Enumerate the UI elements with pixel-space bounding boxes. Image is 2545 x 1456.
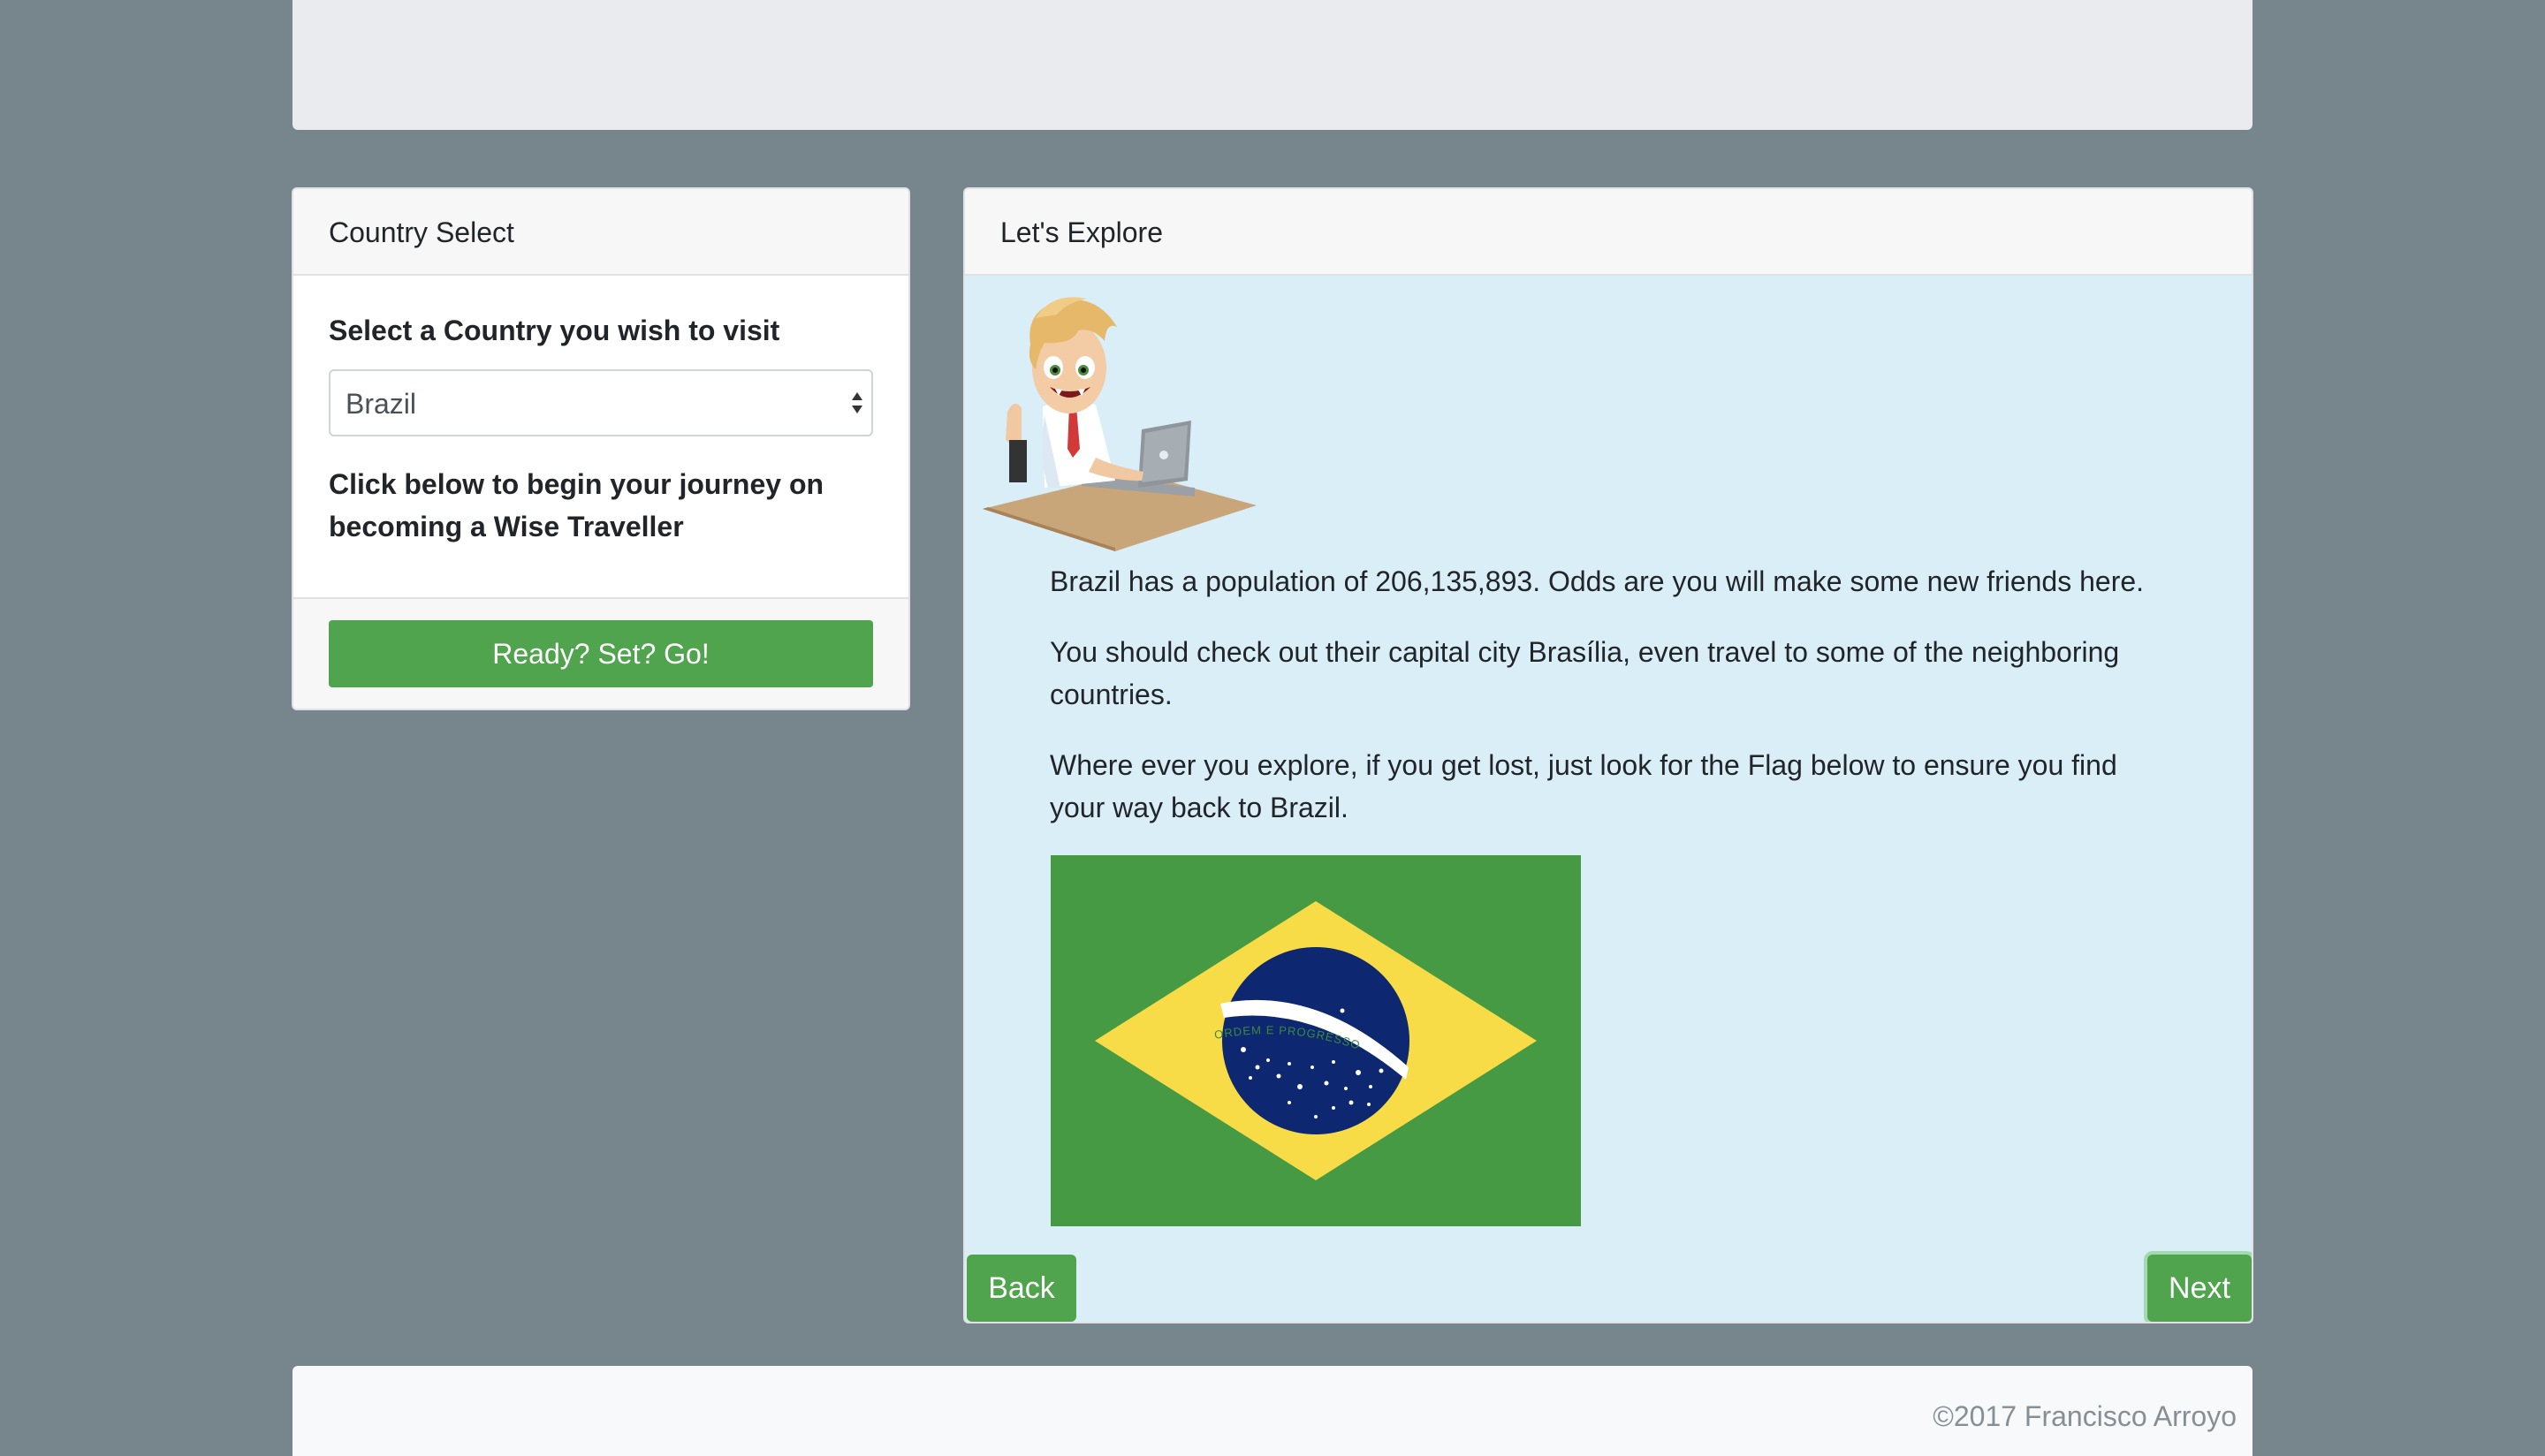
select-country-label: Select a Country you wish to visit: [329, 315, 780, 346]
journey-instructions: Click below to begin your journey on bec…: [329, 468, 824, 542]
country-select-title: Country Select: [329, 216, 514, 248]
population-text: Brazil has a population of 206,135,893. …: [1050, 565, 2145, 597]
copyright-text: ©2017 Francisco Arroyo: [1933, 1400, 2237, 1432]
explore-card: Let's Explore Brazil has a population of…: [963, 187, 2253, 1323]
back-button[interactable]: Back: [967, 1255, 1076, 1322]
page-footer: ©2017 Francisco Arroyo: [292, 1366, 2253, 1456]
explore-header: Let's Explore: [965, 189, 2252, 276]
country-select-header: Country Select: [293, 189, 908, 276]
traveller-character-illustration: [983, 297, 1257, 551]
flag-instructions-text: Where ever you explore, if you get lost,…: [1050, 749, 2117, 823]
country-select-dropdown[interactable]: Brazil: [329, 369, 873, 436]
ready-set-go-button[interactable]: Ready? Set? Go!: [329, 620, 873, 687]
selected-country-value: Brazil: [346, 388, 417, 420]
brazil-flag: ORDEM E PROGRESSO: [1051, 855, 1581, 1226]
top-banner: [292, 0, 2253, 130]
select-arrows-icon: [852, 392, 862, 413]
next-button[interactable]: Next: [2147, 1255, 2252, 1322]
country-select-card: Country Select Select a Country you wish…: [292, 187, 910, 710]
capital-text: You should check out their capital city …: [1050, 636, 2120, 710]
explore-title: Let's Explore: [1000, 216, 1163, 248]
